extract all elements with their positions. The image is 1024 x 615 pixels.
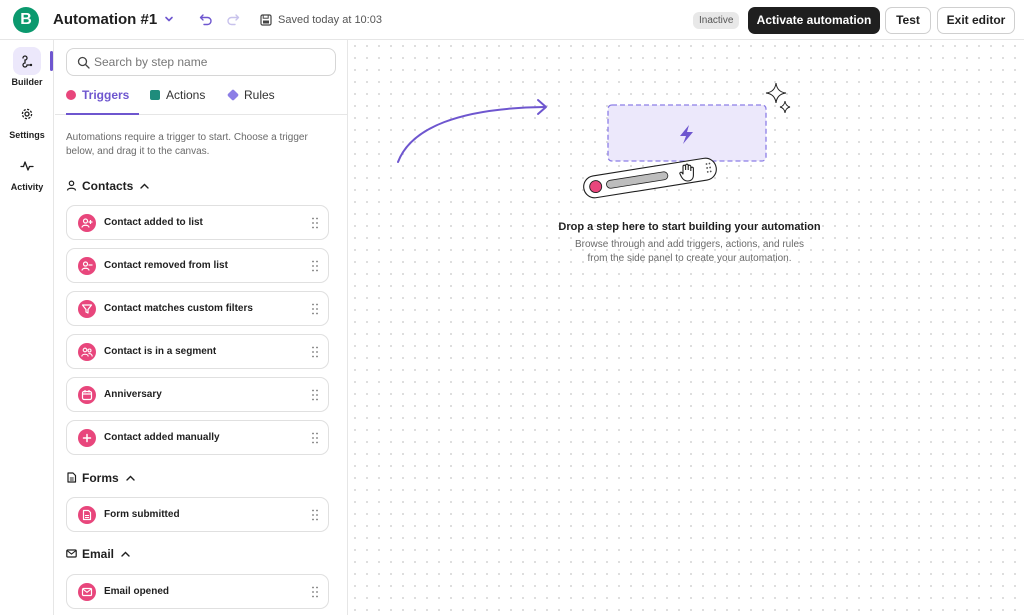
helper-text: Automations require a trigger to start. …	[66, 132, 308, 157]
save-icon	[260, 14, 272, 26]
drag-handle-icon[interactable]	[312, 586, 318, 598]
section-contacts[interactable]: Contacts	[66, 178, 150, 194]
calendar-icon	[78, 386, 96, 404]
drag-handle-icon[interactable]	[312, 303, 318, 315]
tab-label: Actions	[166, 88, 206, 102]
dragged-step-card	[583, 157, 717, 199]
triggers-dot-icon	[66, 90, 76, 100]
trigger-card-contact-removed-from-list[interactable]: Contact removed from list	[66, 248, 329, 283]
trigger-card-contact-matches-custom-filters[interactable]: Contact matches custom filters	[66, 291, 329, 326]
trigger-label: Contact added to list	[104, 217, 203, 228]
rail-label: Activity	[10, 182, 44, 192]
trigger-card-contact-in-segment[interactable]: Contact is in a segment	[66, 334, 329, 369]
chevron-up-icon[interactable]	[125, 470, 135, 484]
status-badge: Inactive	[693, 12, 740, 29]
section-title: Forms	[82, 471, 119, 485]
drag-handle-icon[interactable]	[312, 346, 318, 358]
document-icon	[66, 472, 78, 486]
tab-label: Rules	[244, 88, 275, 102]
gear-icon	[13, 100, 41, 128]
trigger-card-anniversary[interactable]: Anniversary	[66, 377, 329, 412]
save-status: Saved today at 10:03	[278, 14, 382, 26]
envelope-icon	[78, 583, 96, 601]
search-box[interactable]	[66, 48, 336, 76]
rail-label: Settings	[9, 130, 45, 140]
trigger-label: Contact matches custom filters	[104, 303, 253, 314]
envelope-icon	[66, 548, 78, 562]
chevron-up-icon[interactable]	[140, 178, 150, 192]
drag-handle-icon[interactable]	[312, 389, 318, 401]
filter-icon	[78, 300, 96, 318]
search-icon	[77, 56, 90, 69]
person-minus-icon	[78, 257, 96, 275]
trigger-label: Contact removed from list	[104, 260, 228, 271]
rail-item-settings[interactable]: Settings	[0, 100, 54, 140]
drag-handle-icon[interactable]	[312, 217, 318, 229]
empty-state-description: Browse through and add triggers, actions…	[349, 238, 1024, 266]
trigger-card-contact-added-manually[interactable]: Contact added manually	[66, 420, 329, 455]
rail-item-builder[interactable]: Builder	[0, 47, 54, 87]
trigger-label: Contact is in a segment	[104, 346, 217, 357]
drag-handle-icon[interactable]	[312, 509, 318, 521]
section-forms[interactable]: Forms	[66, 470, 135, 486]
sparkle-small-icon	[779, 100, 791, 114]
steps-panel: Triggers Actions Rules Automations requi…	[55, 40, 348, 615]
empty-state-title: Drop a step here to start building your …	[558, 221, 821, 233]
rail-item-activity[interactable]: Activity	[0, 152, 54, 192]
document-icon	[78, 506, 96, 524]
trigger-card-email-opened[interactable]: Email opened	[66, 574, 329, 609]
empty-state-line-2: from the side panel to create your autom…	[587, 253, 792, 264]
trigger-label: Form submitted	[104, 509, 180, 520]
rail-label: Builder	[11, 77, 43, 87]
section-title: Contacts	[82, 179, 134, 193]
tab-label: Triggers	[82, 88, 130, 102]
exit-editor-button[interactable]: Exit editor	[937, 7, 1015, 34]
trigger-card-contact-added-to-list[interactable]: Contact added to list	[66, 205, 329, 240]
rules-diamond-icon	[226, 88, 240, 102]
activate-automation-button[interactable]: Activate automation	[748, 7, 880, 34]
test-button[interactable]: Test	[885, 7, 931, 34]
brevo-logo[interactable]: B	[13, 7, 39, 33]
redo-icon[interactable]	[226, 13, 240, 27]
actions-square-icon	[150, 90, 160, 100]
empty-state-line-1: Browse through and add triggers, actions…	[574, 239, 805, 250]
empty-state-illustration	[397, 82, 791, 199]
plus-icon	[78, 429, 96, 447]
step-type-tabs: Triggers Actions Rules	[55, 84, 347, 115]
automation-canvas[interactable]: Drop a step here to start building your …	[349, 40, 1024, 615]
person-plus-icon	[78, 214, 96, 232]
trigger-label: Anniversary	[104, 389, 162, 400]
chevron-down-icon[interactable]	[164, 14, 174, 24]
left-rail: Builder Settings Activity	[0, 40, 54, 615]
undo-icon[interactable]	[199, 13, 213, 27]
automation-title[interactable]: Automation #1	[53, 11, 157, 28]
activity-icon	[13, 152, 41, 180]
trigger-label: Email opened	[104, 586, 170, 597]
trigger-card-form-submitted[interactable]: Form submitted	[66, 497, 329, 532]
curved-arrow-icon	[397, 106, 546, 163]
tab-triggers[interactable]: Triggers	[66, 88, 139, 115]
drag-handle-icon[interactable]	[312, 432, 318, 444]
tab-rules[interactable]: Rules	[226, 88, 275, 115]
drag-handle-icon[interactable]	[312, 260, 318, 272]
chevron-up-icon[interactable]	[121, 546, 130, 560]
section-email[interactable]: Email	[66, 546, 130, 562]
search-input[interactable]	[94, 53, 329, 71]
people-icon	[78, 343, 96, 361]
trigger-label: Contact added manually	[104, 432, 220, 443]
person-icon	[66, 180, 78, 194]
builder-icon	[13, 47, 41, 75]
section-title: Email	[82, 547, 115, 561]
top-bar: B Automation #1 Saved today at 10:03 Ina…	[0, 0, 1024, 40]
sparkle-icon	[765, 82, 787, 104]
tab-actions[interactable]: Actions	[150, 88, 205, 115]
